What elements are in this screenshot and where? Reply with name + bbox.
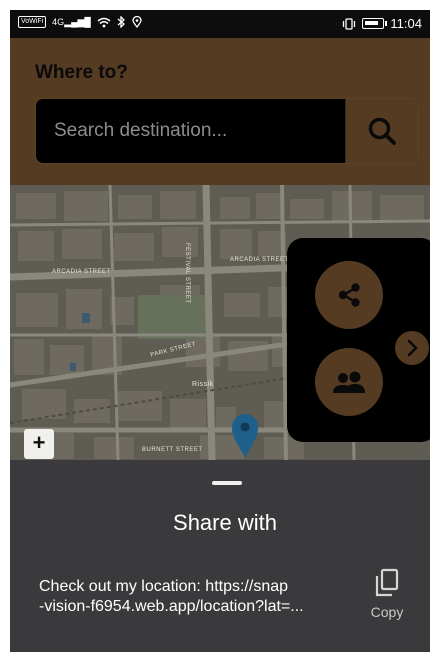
status-left: VoWiFi 4G▂▄▆█ (18, 16, 142, 28)
people-icon (333, 371, 365, 393)
share-message-line: Check out my location: https://snap (39, 578, 289, 595)
app-frame: VoWiFi 4G▂▄▆█ 11:04 Where to? Search des… (10, 10, 430, 652)
street-label: BURNETT STREET (142, 447, 203, 453)
share-message: Check out my location: https://snap -vis… (39, 577, 339, 617)
mobile-signal-icon: 4G▂▄▆█ (52, 16, 91, 27)
header: Where to? (10, 38, 430, 185)
vowifi-icon: VoWiFi (18, 16, 47, 28)
share-message-line: -vision-f6954.web.app/location?lat=... (39, 598, 304, 615)
chevron-right-icon (407, 339, 418, 357)
copy-icon (375, 568, 399, 597)
place-label: Rissik (192, 381, 214, 388)
group-button[interactable] (315, 348, 383, 416)
status-time: 11:04 (390, 16, 422, 31)
share-sheet-title: Share with (173, 510, 277, 535)
street-label: ARCADIA STREET (230, 257, 289, 263)
search-input[interactable] (36, 99, 346, 163)
vibrate-icon (343, 17, 356, 30)
battery-icon (362, 18, 388, 29)
status-bar: VoWiFi 4G▂▄▆█ 11:04 (10, 10, 430, 38)
search-bar (35, 98, 419, 164)
status-right: 11:04 (342, 16, 422, 31)
action-panel (287, 238, 430, 442)
copy-button[interactable]: Copy (362, 568, 412, 628)
street-label: ARCADIA STREET (52, 269, 111, 275)
search-button[interactable] (345, 99, 418, 163)
share-sheet: Share with Check out my location: https:… (10, 460, 430, 652)
wifi-icon (97, 17, 111, 27)
sheet-drag-handle[interactable] (212, 481, 242, 485)
location-icon (132, 16, 142, 28)
page-title: Where to? (35, 62, 128, 83)
share-button[interactable] (315, 261, 383, 329)
street-label: FESTIVAL STREET (184, 243, 190, 304)
bluetooth-icon (117, 16, 125, 28)
expand-panel-button[interactable] (395, 331, 429, 365)
copy-label: Copy (370, 604, 404, 620)
share-icon (338, 283, 360, 307)
zoom-in-button[interactable]: + (24, 429, 54, 459)
search-icon (368, 117, 396, 145)
